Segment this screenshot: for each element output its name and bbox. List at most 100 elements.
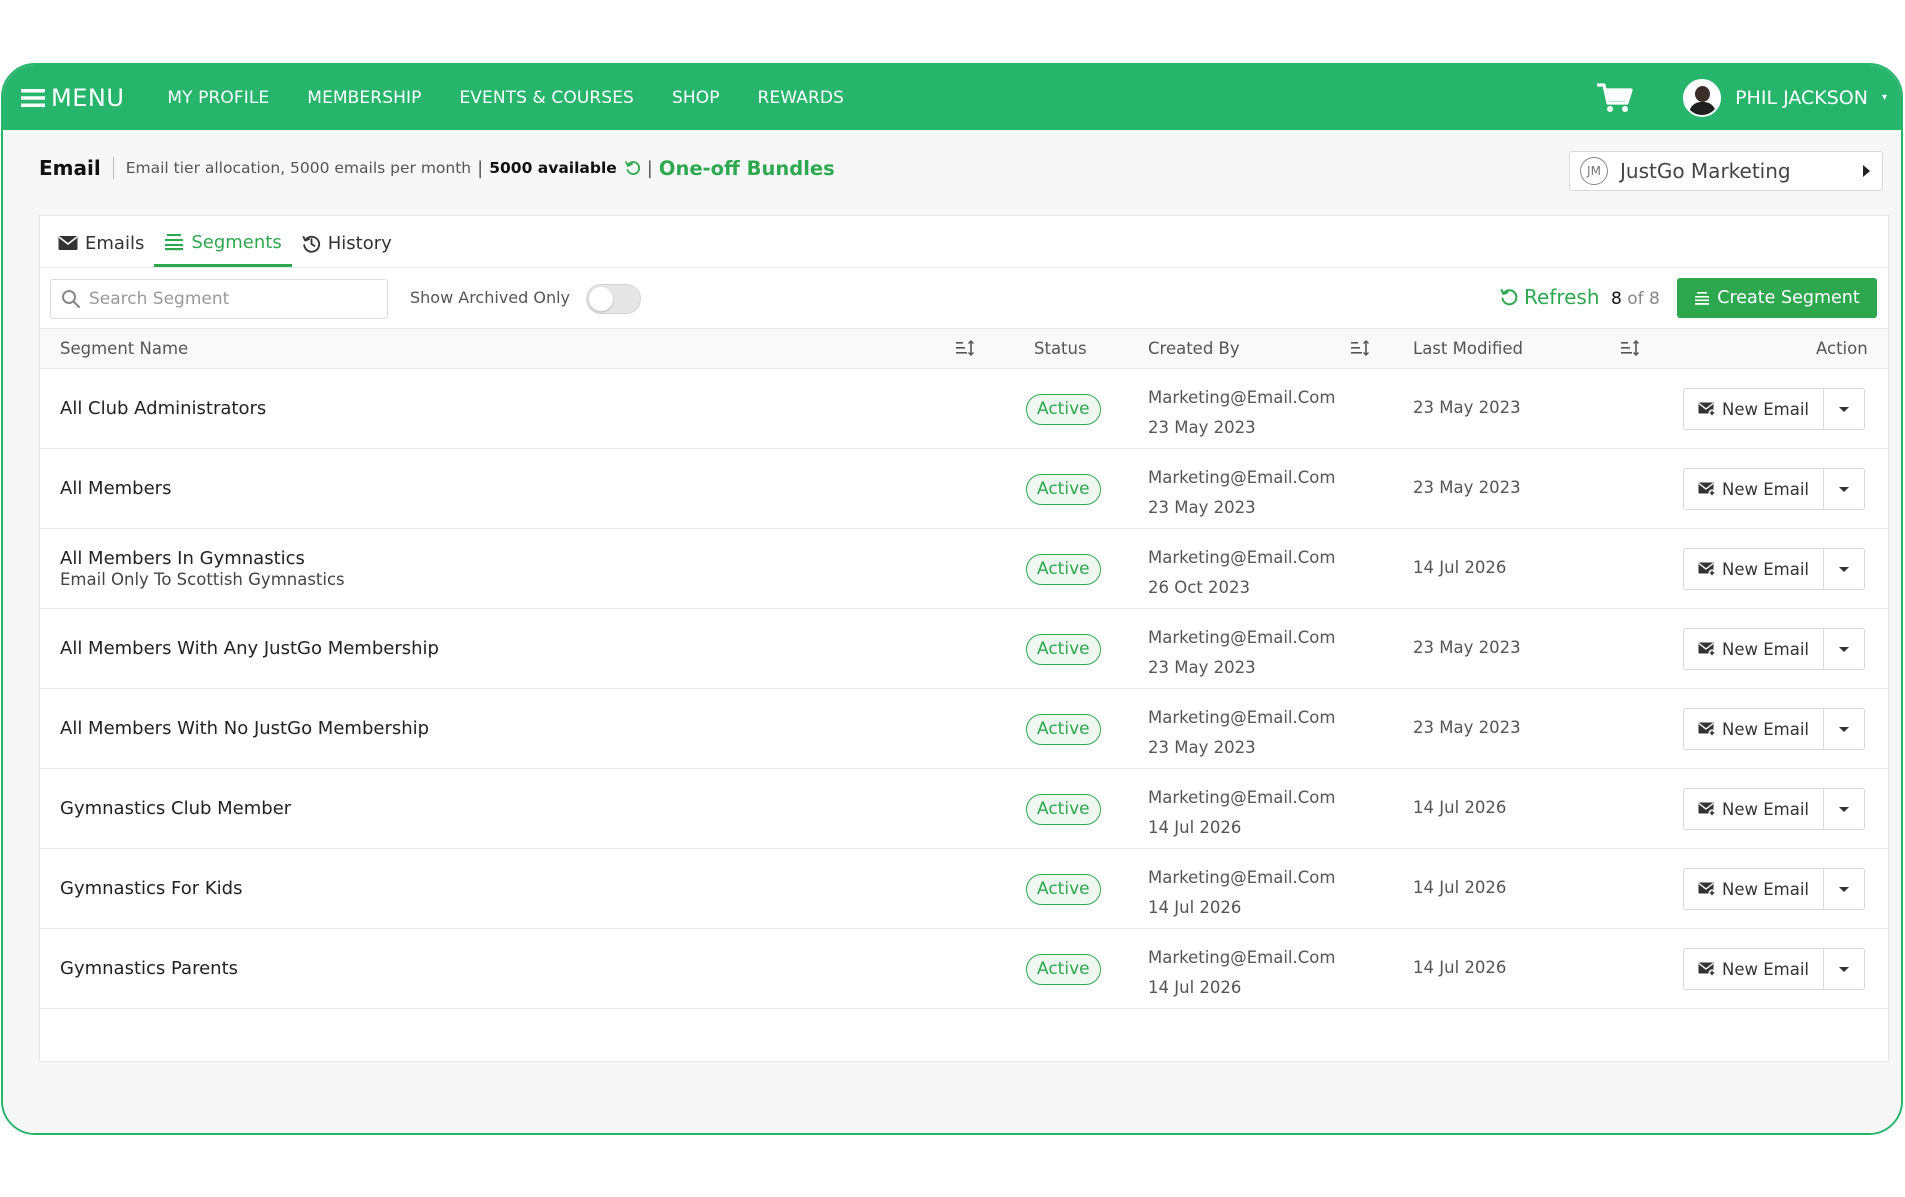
new-email-button[interactable]: New Email <box>1684 629 1824 669</box>
nav-membership[interactable]: MEMBERSHIP <box>307 88 421 108</box>
tab-history[interactable]: History <box>292 219 402 267</box>
caret-down-icon <box>1839 886 1849 892</box>
nav-my-profile[interactable]: MY PROFILE <box>167 88 269 108</box>
segment-name[interactable]: Gymnastics For Kids <box>60 878 242 899</box>
last-modified-date: 23 May 2023 <box>1413 478 1521 497</box>
segment-name[interactable]: All Members With No JustGo Membership <box>60 718 429 739</box>
segment-name-cell: All Members <box>60 478 171 499</box>
refresh-icon[interactable] <box>624 160 641 176</box>
last-modified-date: 23 May 2023 <box>1413 638 1521 657</box>
nav-shop[interactable]: SHOP <box>672 88 720 108</box>
new-email-button[interactable]: New Email <box>1684 469 1824 509</box>
tab-bar: Emails Segments History <box>40 216 1888 268</box>
create-segment-label: Create Segment <box>1717 288 1860 308</box>
segment-name[interactable]: Gymnastics Club Member <box>60 798 291 819</box>
sort-icon[interactable] <box>1621 340 1639 356</box>
caret-down-icon <box>1839 406 1849 412</box>
new-email-button[interactable]: New Email <box>1684 949 1824 989</box>
org-name: JustGo Marketing <box>1620 159 1791 183</box>
nav-events-courses[interactable]: EVENTS & COURSES <box>459 88 634 108</box>
caret-down-icon <box>1839 806 1849 812</box>
search-input[interactable] <box>89 289 359 309</box>
action-dropdown-button[interactable] <box>1824 549 1864 589</box>
created-by-cell: Marketing@Email.Com 23 May 2023 <box>1148 623 1335 683</box>
segments-panel: Emails Segments History Show Archived On… <box>39 215 1889 1062</box>
divider: | <box>646 157 653 179</box>
show-archived-toggle[interactable] <box>586 284 641 314</box>
top-navbar: MENU MY PROFILE MEMBERSHIP EVENTS & COUR… <box>3 65 1901 130</box>
row-action-group: New Email <box>1683 788 1865 830</box>
creator-email: Marketing@Email.Com <box>1148 708 1336 727</box>
tab-emails[interactable]: Emails <box>48 219 154 267</box>
last-modified-date: 14 Jul 2026 <box>1413 958 1507 977</box>
row-action-group: New Email <box>1683 548 1865 590</box>
created-date: 23 May 2023 <box>1148 658 1256 677</box>
status-badge: Active <box>1026 874 1101 905</box>
create-segment-button[interactable]: Create Segment <box>1677 278 1877 318</box>
new-email-icon <box>1698 562 1716 577</box>
segment-name[interactable]: All Club Administrators <box>60 398 266 419</box>
action-dropdown-button[interactable] <box>1824 709 1864 749</box>
new-email-label: New Email <box>1721 399 1809 419</box>
new-email-icon <box>1698 962 1716 977</box>
new-email-button[interactable]: New Email <box>1684 709 1824 749</box>
creator-email: Marketing@Email.Com <box>1148 548 1336 567</box>
row-action-group: New Email <box>1683 708 1865 750</box>
refresh-button[interactable]: Refresh <box>1500 285 1600 309</box>
new-email-button[interactable]: New Email <box>1684 789 1824 829</box>
cart-button[interactable] <box>1597 82 1633 114</box>
created-date: 14 Jul 2026 <box>1148 818 1242 837</box>
action-dropdown-button[interactable] <box>1824 629 1864 669</box>
tab-label: Emails <box>85 232 145 254</box>
status-badge: Active <box>1026 394 1101 425</box>
created-date: 23 May 2023 <box>1148 418 1256 437</box>
last-modified-date: 14 Jul 2026 <box>1413 798 1507 817</box>
created-date: 26 Oct 2023 <box>1148 578 1251 597</box>
status-badge: Active <box>1026 474 1101 505</box>
tier-allocation-text: Email tier allocation, 5000 emails per m… <box>125 159 472 177</box>
org-initials-badge: JM <box>1580 157 1608 185</box>
status-badge: Active <box>1026 954 1101 985</box>
status-badge: Active <box>1026 634 1101 665</box>
creator-email: Marketing@Email.Com <box>1148 468 1336 487</box>
caret-right-icon <box>1863 165 1870 177</box>
one-off-bundles-link[interactable]: One-off Bundles <box>659 157 835 180</box>
chevron-down-icon: ▾ <box>1881 92 1887 103</box>
action-dropdown-button[interactable] <box>1824 469 1864 509</box>
new-email-label: New Email <box>1721 639 1809 659</box>
sort-icon[interactable] <box>956 340 974 356</box>
organisation-selector[interactable]: JM JustGo Marketing <box>1569 151 1883 191</box>
new-email-button[interactable]: New Email <box>1684 389 1824 429</box>
created-by-cell: Marketing@Email.Com 23 May 2023 <box>1148 703 1335 763</box>
segment-name[interactable]: Gymnastics Parents <box>60 958 238 979</box>
hamburger-icon <box>21 88 45 107</box>
new-email-button[interactable]: New Email <box>1684 549 1824 589</box>
segment-name[interactable]: All Members With Any JustGo Membership <box>60 638 439 659</box>
sort-icon[interactable] <box>1351 340 1369 356</box>
action-dropdown-button[interactable] <box>1824 869 1864 909</box>
menu-label: MENU <box>51 83 125 112</box>
action-dropdown-button[interactable] <box>1824 389 1864 429</box>
new-email-label: New Email <box>1721 879 1809 899</box>
created-date: 23 May 2023 <box>1148 738 1256 757</box>
tab-segments[interactable]: Segments <box>154 220 292 267</box>
action-dropdown-button[interactable] <box>1824 949 1864 989</box>
row-action-group: New Email <box>1683 388 1865 430</box>
table-row: All Members In Gymnastics Email Only To S… <box>40 529 1888 609</box>
new-email-button[interactable]: New Email <box>1684 869 1824 909</box>
new-email-icon <box>1698 882 1716 897</box>
action-dropdown-button[interactable] <box>1824 789 1864 829</box>
menu-button[interactable]: MENU <box>21 84 124 112</box>
new-email-label: New Email <box>1721 799 1809 819</box>
col-status: Status <box>1034 339 1087 358</box>
search-icon <box>62 290 81 309</box>
tab-label: History <box>327 232 392 254</box>
user-menu[interactable]: PHIL JACKSON ▾ <box>1683 78 1887 117</box>
nav-rewards[interactable]: REWARDS <box>758 88 844 108</box>
table-row: Gymnastics Club Member Active Marketing@Em… <box>40 769 1888 849</box>
created-by-cell: Marketing@Email.Com 14 Jul 2026 <box>1148 783 1335 843</box>
segment-name[interactable]: All Members <box>60 478 171 499</box>
col-segment-name: Segment Name <box>60 339 189 358</box>
segment-name-cell: All Members In Gymnastics Email Only To S… <box>60 548 345 589</box>
segment-name[interactable]: All Members In Gymnastics <box>60 548 345 569</box>
